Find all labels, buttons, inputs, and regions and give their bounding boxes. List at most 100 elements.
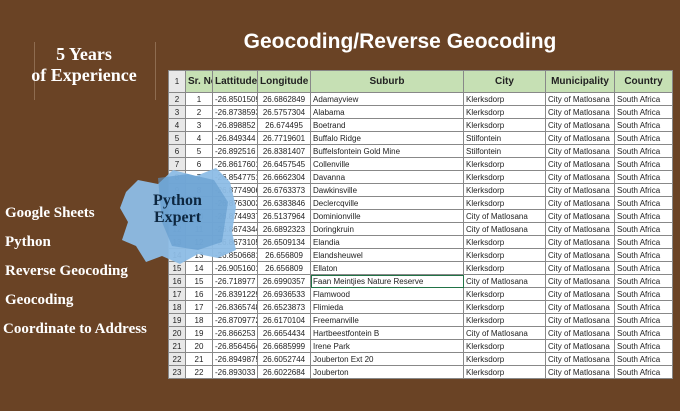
table-cell[interactable]: South Africa [614,144,673,158]
table-cell[interactable]: 26.656809 [257,248,311,262]
table-cell[interactable]: 26.6654434 [257,326,311,340]
table-cell[interactable]: City of Matlosana [545,209,615,223]
table-cell[interactable]: -26.718977 [212,274,258,288]
table-cell[interactable]: South Africa [614,131,673,145]
table-cell[interactable]: South Africa [614,287,673,301]
table-cell[interactable]: Klerksdorp [463,118,546,132]
table-cell[interactable]: 5 [185,144,213,158]
table-cell[interactable]: South Africa [614,326,673,340]
table-cell[interactable]: -26.8564564 [212,339,258,353]
table-cell[interactable]: Buffalo Ridge [310,131,464,145]
table-cell[interactable]: South Africa [614,300,673,314]
table-cell[interactable]: City of Matlosana [545,183,615,197]
table-cell[interactable]: 19 [185,326,213,340]
table-cell[interactable]: -26.8738593 [212,105,258,119]
table-cell[interactable]: City of Matlosana [545,352,615,366]
table-cell[interactable]: South Africa [614,222,673,236]
row-number[interactable]: 22 [168,352,186,366]
column-header[interactable]: Longitude [257,70,311,93]
row-number[interactable]: 5 [168,131,186,145]
table-cell[interactable]: 21 [185,352,213,366]
table-cell[interactable]: Klerksdorp [463,92,546,106]
table-cell[interactable]: Klerksdorp [463,235,546,249]
column-header[interactable]: Suburb [310,70,464,93]
table-cell[interactable]: Flamwood [310,287,464,301]
table-cell[interactable]: Irene Park [310,339,464,353]
row-number[interactable]: 18 [168,300,186,314]
row-number[interactable]: 20 [168,326,186,340]
table-cell[interactable]: City of Matlosana [545,326,615,340]
table-cell[interactable]: -26.8949875 [212,352,258,366]
column-header[interactable]: City [463,70,546,93]
table-cell[interactable]: 17 [185,300,213,314]
table-cell[interactable]: City of Matlosana [545,92,615,106]
table-cell[interactable]: City of Matlosana [463,326,546,340]
table-cell[interactable]: South Africa [614,313,673,327]
table-cell[interactable]: 4 [185,131,213,145]
table-cell[interactable]: 26.6662304 [257,170,311,184]
table-cell[interactable]: -26.866253 [212,326,258,340]
table-cell[interactable]: 2 [185,105,213,119]
table-cell[interactable]: Adamayview [310,92,464,106]
table-cell[interactable]: 26.6763373 [257,183,311,197]
table-cell[interactable]: 26.6936533 [257,287,311,301]
table-cell[interactable]: Buffelsfontein Gold Mine [310,144,464,158]
table-cell[interactable]: 26.6523873 [257,300,311,314]
table-cell[interactable]: City of Matlosana [545,274,615,288]
table-cell[interactable]: City of Matlosana [463,209,546,223]
table-cell[interactable]: City of Matlosana [545,235,615,249]
table-cell[interactable]: -26.892516 [212,144,258,158]
table-cell[interactable]: City of Matlosana [545,365,615,379]
table-cell[interactable]: City of Matlosana [545,222,615,236]
row-number[interactable]: 19 [168,313,186,327]
row-number[interactable]: 3 [168,105,186,119]
row-number[interactable]: 6 [168,144,186,158]
column-header[interactable]: Sr. No [185,70,213,93]
table-cell[interactable]: -26.849344 [212,131,258,145]
table-cell[interactable]: Klerksdorp [463,339,546,353]
table-cell[interactable]: -26.8709772 [212,313,258,327]
table-cell[interactable]: 3 [185,118,213,132]
table-cell[interactable]: Davanna [310,170,464,184]
table-cell[interactable]: 26.6990357 [257,274,311,288]
table-cell[interactable]: South Africa [614,183,673,197]
table-cell[interactable]: South Africa [614,196,673,210]
table-cell[interactable]: Declercqville [310,196,464,210]
table-cell[interactable]: Stilfontein [463,144,546,158]
table-cell[interactable]: City of Matlosana [545,261,615,275]
table-cell[interactable]: City of Matlosana [545,105,615,119]
table-cell[interactable]: City of Matlosana [545,339,615,353]
row-number[interactable]: 4 [168,118,186,132]
table-cell[interactable]: -26.8365748 [212,300,258,314]
table-cell[interactable]: City of Matlosana [545,248,615,262]
table-cell[interactable]: Flimieda [310,300,464,314]
table-cell[interactable]: Jouberton [310,365,464,379]
table-cell[interactable]: Stilfontein [463,131,546,145]
table-cell[interactable]: Collenville [310,157,464,171]
column-header[interactable]: Municipality [545,70,615,93]
table-cell[interactable]: Freemanville [310,313,464,327]
table-cell[interactable]: South Africa [614,235,673,249]
table-cell[interactable]: 26.6862849 [257,92,311,106]
table-cell[interactable]: 26.656809 [257,261,311,275]
table-cell[interactable]: South Africa [614,105,673,119]
table-cell[interactable]: 26.6170104 [257,313,311,327]
column-header[interactable]: Country [614,70,673,93]
table-cell[interactable]: South Africa [614,261,673,275]
table-cell[interactable]: 18 [185,313,213,327]
table-cell[interactable]: 26.6892323 [257,222,311,236]
table-cell[interactable]: 26.5137964 [257,209,311,223]
table-cell[interactable]: 22 [185,365,213,379]
table-cell[interactable]: Doringkruin [310,222,464,236]
row-number[interactable]: 17 [168,287,186,301]
table-cell[interactable]: South Africa [614,352,673,366]
table-cell[interactable]: South Africa [614,170,673,184]
table-cell[interactable]: 26.6685999 [257,339,311,353]
table-cell[interactable]: City of Matlosana [463,274,546,288]
table-cell[interactable]: South Africa [614,365,673,379]
table-cell[interactable]: 26.7719601 [257,131,311,145]
table-cell[interactable]: 15 [185,274,213,288]
table-cell[interactable]: City of Matlosana [545,118,615,132]
table-cell[interactable]: Faan Meintjies Nature Reserve [310,274,464,288]
table-cell[interactable]: Klerksdorp [463,313,546,327]
